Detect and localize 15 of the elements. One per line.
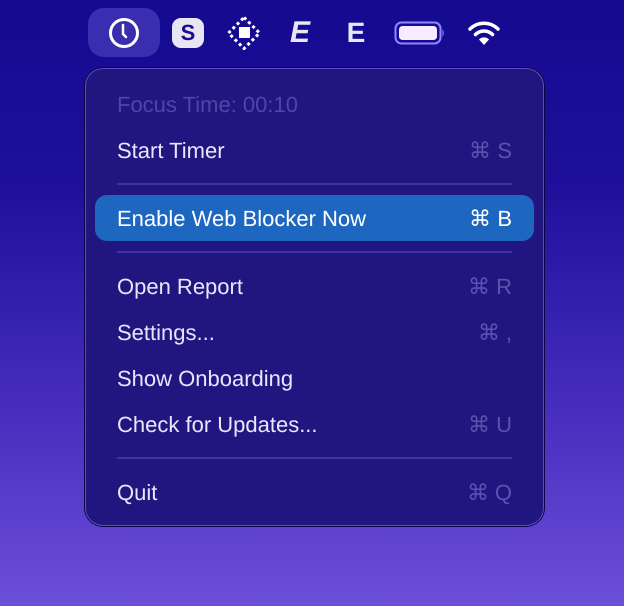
menu-item[interactable]: Settings... ⌘ ,: [95, 309, 534, 355]
menu-item[interactable]: Start Timer ⌘ S: [95, 127, 534, 173]
menu-item[interactable]: Open Report ⌘ R: [95, 263, 534, 309]
clock-icon: [108, 16, 140, 48]
striped-diamond-icon: [227, 16, 261, 50]
menu-bar-app-button[interactable]: E: [328, 8, 384, 57]
wifi-icon: [467, 20, 501, 46]
menu-bar-app-button[interactable]: E: [272, 8, 328, 57]
menu-item[interactable]: Enable Web Blocker Now ⌘ B: [95, 195, 534, 241]
menu-item[interactable]: Check for Updates... ⌘ U: [95, 401, 534, 447]
battery-icon: [394, 20, 446, 44]
menu-bar-app-button[interactable]: S: [160, 8, 216, 57]
clock-menu-button[interactable]: [88, 8, 160, 57]
menu-item[interactable]: Show Onboarding: [95, 355, 534, 401]
menu-item[interactable]: Quit ⌘ Q: [95, 469, 534, 515]
